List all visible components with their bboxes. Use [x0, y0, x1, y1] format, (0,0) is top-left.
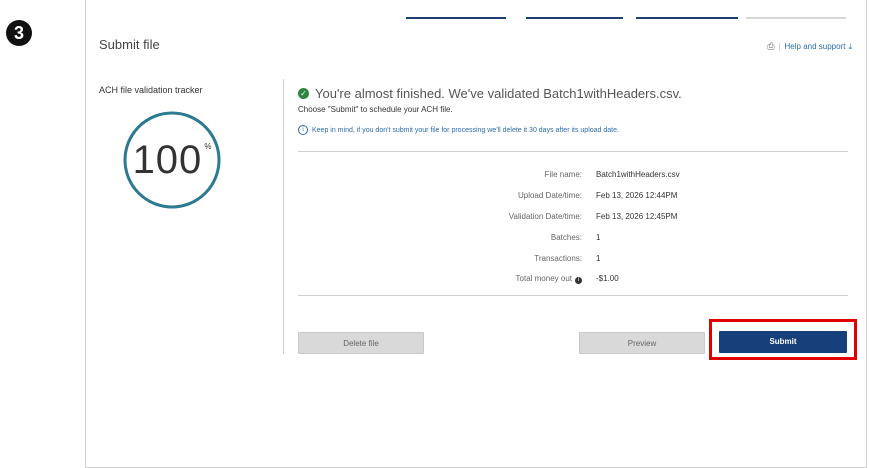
detail-value: 1 — [596, 233, 601, 242]
printer-icon[interactable]: ⎙ — [767, 41, 774, 52]
submit-file-panel: Submit file ⎙ | Help and support ⤓ ACH f… — [85, 0, 867, 468]
help-and-support-link[interactable]: ⎙ | Help and support ⤓ — [767, 41, 852, 52]
detail-value: Feb 13, 2026 12:45PM — [596, 212, 678, 221]
tracker-label: ACH file validation tracker — [99, 85, 203, 95]
notice-text: Keep in mind, if you don't submit your f… — [312, 126, 619, 134]
progress-segment-2 — [526, 17, 623, 19]
progress-segment-1 — [406, 17, 506, 19]
gauge-percent-symbol: % — [204, 141, 212, 151]
detail-label: Validation Date/time: — [508, 212, 582, 221]
preview-button[interactable]: Preview — [579, 332, 705, 354]
detail-row-transactions: Transactions: 1 — [298, 254, 848, 268]
detail-label: File name: — [544, 170, 582, 179]
detail-row-file-name: File name: Batch1withHeaders.csv — [298, 170, 848, 184]
download-icon: ⤓ — [848, 41, 852, 51]
gauge-value: 100 — [132, 137, 203, 182]
detail-label: Transactions: — [534, 254, 582, 263]
detail-value: -$1.00 — [596, 274, 619, 283]
detail-row-validation-date: Validation Date/time: Feb 13, 2026 12:45… — [298, 212, 848, 226]
detail-row-upload-date: Upload Date/time: Feb 13, 2026 12:44PM — [298, 191, 848, 205]
success-headline: You're almost finished. We've validated … — [315, 86, 682, 101]
success-message: ✓ You're almost finished. We've validate… — [298, 86, 682, 101]
check-circle-icon: ✓ — [298, 88, 309, 99]
divider-bottom — [298, 295, 848, 296]
step-number-badge: 3 — [6, 20, 32, 46]
divider-top — [298, 151, 848, 152]
delete-file-button[interactable]: Delete file — [298, 332, 424, 354]
gauge-text: 100 % — [122, 110, 222, 210]
help-label[interactable]: Help and support — [785, 42, 846, 51]
detail-value: 1 — [596, 254, 601, 263]
detail-value: Feb 13, 2026 12:44PM — [596, 191, 678, 200]
detail-row-batches: Batches: 1 — [298, 233, 848, 247]
deletion-notice: i Keep in mind, if you don't submit your… — [298, 125, 619, 135]
detail-value: Batch1withHeaders.csv — [596, 170, 680, 179]
validation-gauge: 100 % — [122, 110, 222, 210]
progress-segment-4 — [746, 17, 846, 19]
submit-highlight-box — [709, 319, 857, 360]
detail-label: Batches: — [550, 233, 582, 242]
info-icon: i — [298, 125, 308, 135]
divider: | — [778, 42, 781, 51]
detail-label: Total money out — [515, 274, 572, 283]
vertical-divider — [283, 79, 284, 354]
detail-label-with-icon: Total money out i — [516, 274, 582, 284]
progress-segment-3 — [636, 17, 738, 19]
detail-row-total-money-out: Total money out i -$1.00 — [298, 274, 848, 288]
detail-label: Upload Date/time: — [517, 191, 582, 200]
instruction-text: Choose "Submit" to schedule your ACH fil… — [298, 105, 453, 114]
page-title: Submit file — [99, 37, 160, 52]
info-icon[interactable]: i — [575, 277, 582, 284]
